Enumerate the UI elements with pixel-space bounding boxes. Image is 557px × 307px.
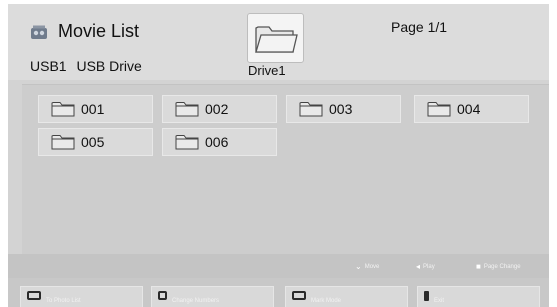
folder-icon bbox=[427, 102, 451, 117]
folder-label: 001 bbox=[81, 101, 105, 117]
header-panel: Movie List USB1 USB Drive Drive1 Page 1/… bbox=[8, 4, 549, 80]
red-key-icon bbox=[27, 291, 41, 300]
hint-label: Move bbox=[364, 263, 380, 270]
drive-label: Drive1 bbox=[248, 63, 286, 78]
mark-mode-button[interactable]: Mark Mode bbox=[285, 286, 408, 307]
folder-item-005[interactable]: 005 bbox=[38, 128, 153, 156]
yellow-key-icon bbox=[292, 291, 306, 300]
to-photo-list-button[interactable]: To Photo List bbox=[20, 286, 143, 307]
color-button-label: Change Numbers bbox=[172, 298, 220, 304]
navigation-hints: ⌄ Move ◂ Play ■ Page Change bbox=[8, 254, 549, 278]
folder-label: 006 bbox=[205, 134, 229, 150]
folder-icon bbox=[175, 102, 199, 117]
movie-list-screen: Movie List USB1 USB Drive Drive1 Page 1/… bbox=[8, 4, 549, 307]
page-change-icon: ■ bbox=[476, 262, 481, 271]
color-button-label: To Photo List bbox=[46, 298, 81, 304]
exit-button[interactable]: Exit bbox=[417, 286, 540, 307]
folder-item-002[interactable]: 002 bbox=[162, 95, 277, 123]
folder-item-001[interactable]: 001 bbox=[38, 95, 153, 123]
navigate-icon: ⌄ bbox=[355, 262, 362, 271]
breadcrumb: USB1 USB Drive bbox=[30, 58, 142, 74]
drive-button[interactable] bbox=[247, 13, 304, 63]
folder-icon bbox=[175, 135, 199, 150]
color-button-label: Exit bbox=[434, 298, 445, 304]
hint-move: ⌄ Move bbox=[355, 262, 379, 271]
folder-label: 005 bbox=[81, 134, 105, 150]
folder-label: 003 bbox=[329, 101, 353, 117]
source-device: USB1 bbox=[30, 58, 67, 74]
folder-icon bbox=[51, 102, 75, 117]
source-name: USB Drive bbox=[76, 58, 142, 74]
hint-page-change: ■ Page Change bbox=[476, 262, 521, 271]
ok-icon: ◂ bbox=[416, 262, 421, 271]
hint-play: ◂ Play bbox=[416, 262, 435, 271]
folder-label: 002 bbox=[205, 101, 229, 117]
movie-list-icon bbox=[30, 25, 48, 39]
change-numbers-button[interactable]: Change Numbers bbox=[151, 286, 274, 307]
folder-item-003[interactable]: 003 bbox=[286, 95, 401, 123]
folder-grid: 001 002 003 004 005 006 bbox=[22, 84, 549, 255]
color-key-bar: To Photo List Change Numbers Mark Mode E… bbox=[8, 278, 549, 307]
green-key-icon bbox=[158, 291, 167, 300]
hint-label: Page Change bbox=[483, 263, 521, 270]
blue-key-icon bbox=[424, 291, 429, 301]
page-title-text: Movie List bbox=[58, 21, 140, 41]
folder-icon bbox=[254, 26, 298, 53]
page-indicator: Page 1/1 bbox=[391, 19, 448, 35]
folder-label: 004 bbox=[457, 101, 481, 117]
folder-item-006[interactable]: 006 bbox=[162, 128, 277, 156]
page-title: Movie List bbox=[30, 21, 139, 42]
folder-icon bbox=[299, 102, 323, 117]
folder-item-004[interactable]: 004 bbox=[414, 95, 529, 123]
folder-icon bbox=[51, 135, 75, 150]
hint-label: Play bbox=[423, 263, 435, 270]
color-button-label: Mark Mode bbox=[311, 298, 342, 304]
